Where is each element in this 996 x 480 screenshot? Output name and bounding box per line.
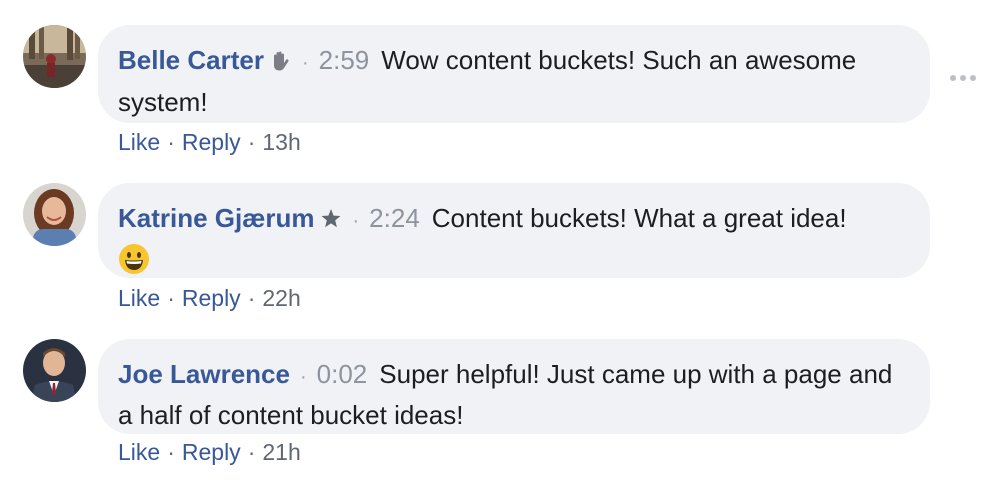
comment-actions: Like · Reply · 13h [118,127,301,157]
wave-hand-icon [268,45,292,83]
comment-text: Content buckets! What a great idea! [431,203,847,233]
comment-bubble: Belle Carter · 2:59 Wow content buckets! S… [98,25,930,123]
avatar[interactable] [23,183,86,246]
more-options-icon[interactable] [950,70,976,86]
separator-dot: · [247,285,256,311]
like-button[interactable]: Like [118,129,160,155]
like-button[interactable]: Like [118,439,160,465]
separator-dot: · [301,52,309,74]
separator-dot: · [247,129,256,155]
comment-actions: Like · Reply · 21h [118,437,301,467]
grinning-face-emoji [118,243,150,285]
separator-dot: · [299,366,307,388]
separator-dot: · [167,439,175,465]
comment-age[interactable]: 22h [262,285,300,311]
author-name[interactable]: Belle Carter [118,45,264,75]
separator-dot: · [247,439,256,465]
author-name[interactable]: Katrine Gjærum [118,203,315,233]
separator-dot: · [167,129,175,155]
reply-button[interactable]: Reply [182,129,241,155]
comment-bubble: Katrine Gjærum · 2:24 Content buckets! Wha… [98,183,930,278]
video-timestamp[interactable]: 0:02 [317,359,368,389]
reply-button[interactable]: Reply [182,285,241,311]
avatar[interactable] [23,25,86,88]
separator-dot: · [167,285,175,311]
video-timestamp[interactable]: 2:24 [369,203,420,233]
author-name[interactable]: Joe Lawrence [118,359,290,389]
reply-button[interactable]: Reply [182,439,241,465]
avatar[interactable] [23,339,86,402]
star-badge-icon [319,203,343,241]
comment-actions: Like · Reply · 22h [118,283,301,313]
comment-bubble: Joe Lawrence · 0:02 Super helpful! Just cam… [98,339,930,434]
comment-age[interactable]: 13h [262,129,300,155]
like-button[interactable]: Like [118,285,160,311]
separator-dot: · [352,210,360,232]
comment-age[interactable]: 21h [262,439,300,465]
video-timestamp[interactable]: 2:59 [319,45,370,75]
